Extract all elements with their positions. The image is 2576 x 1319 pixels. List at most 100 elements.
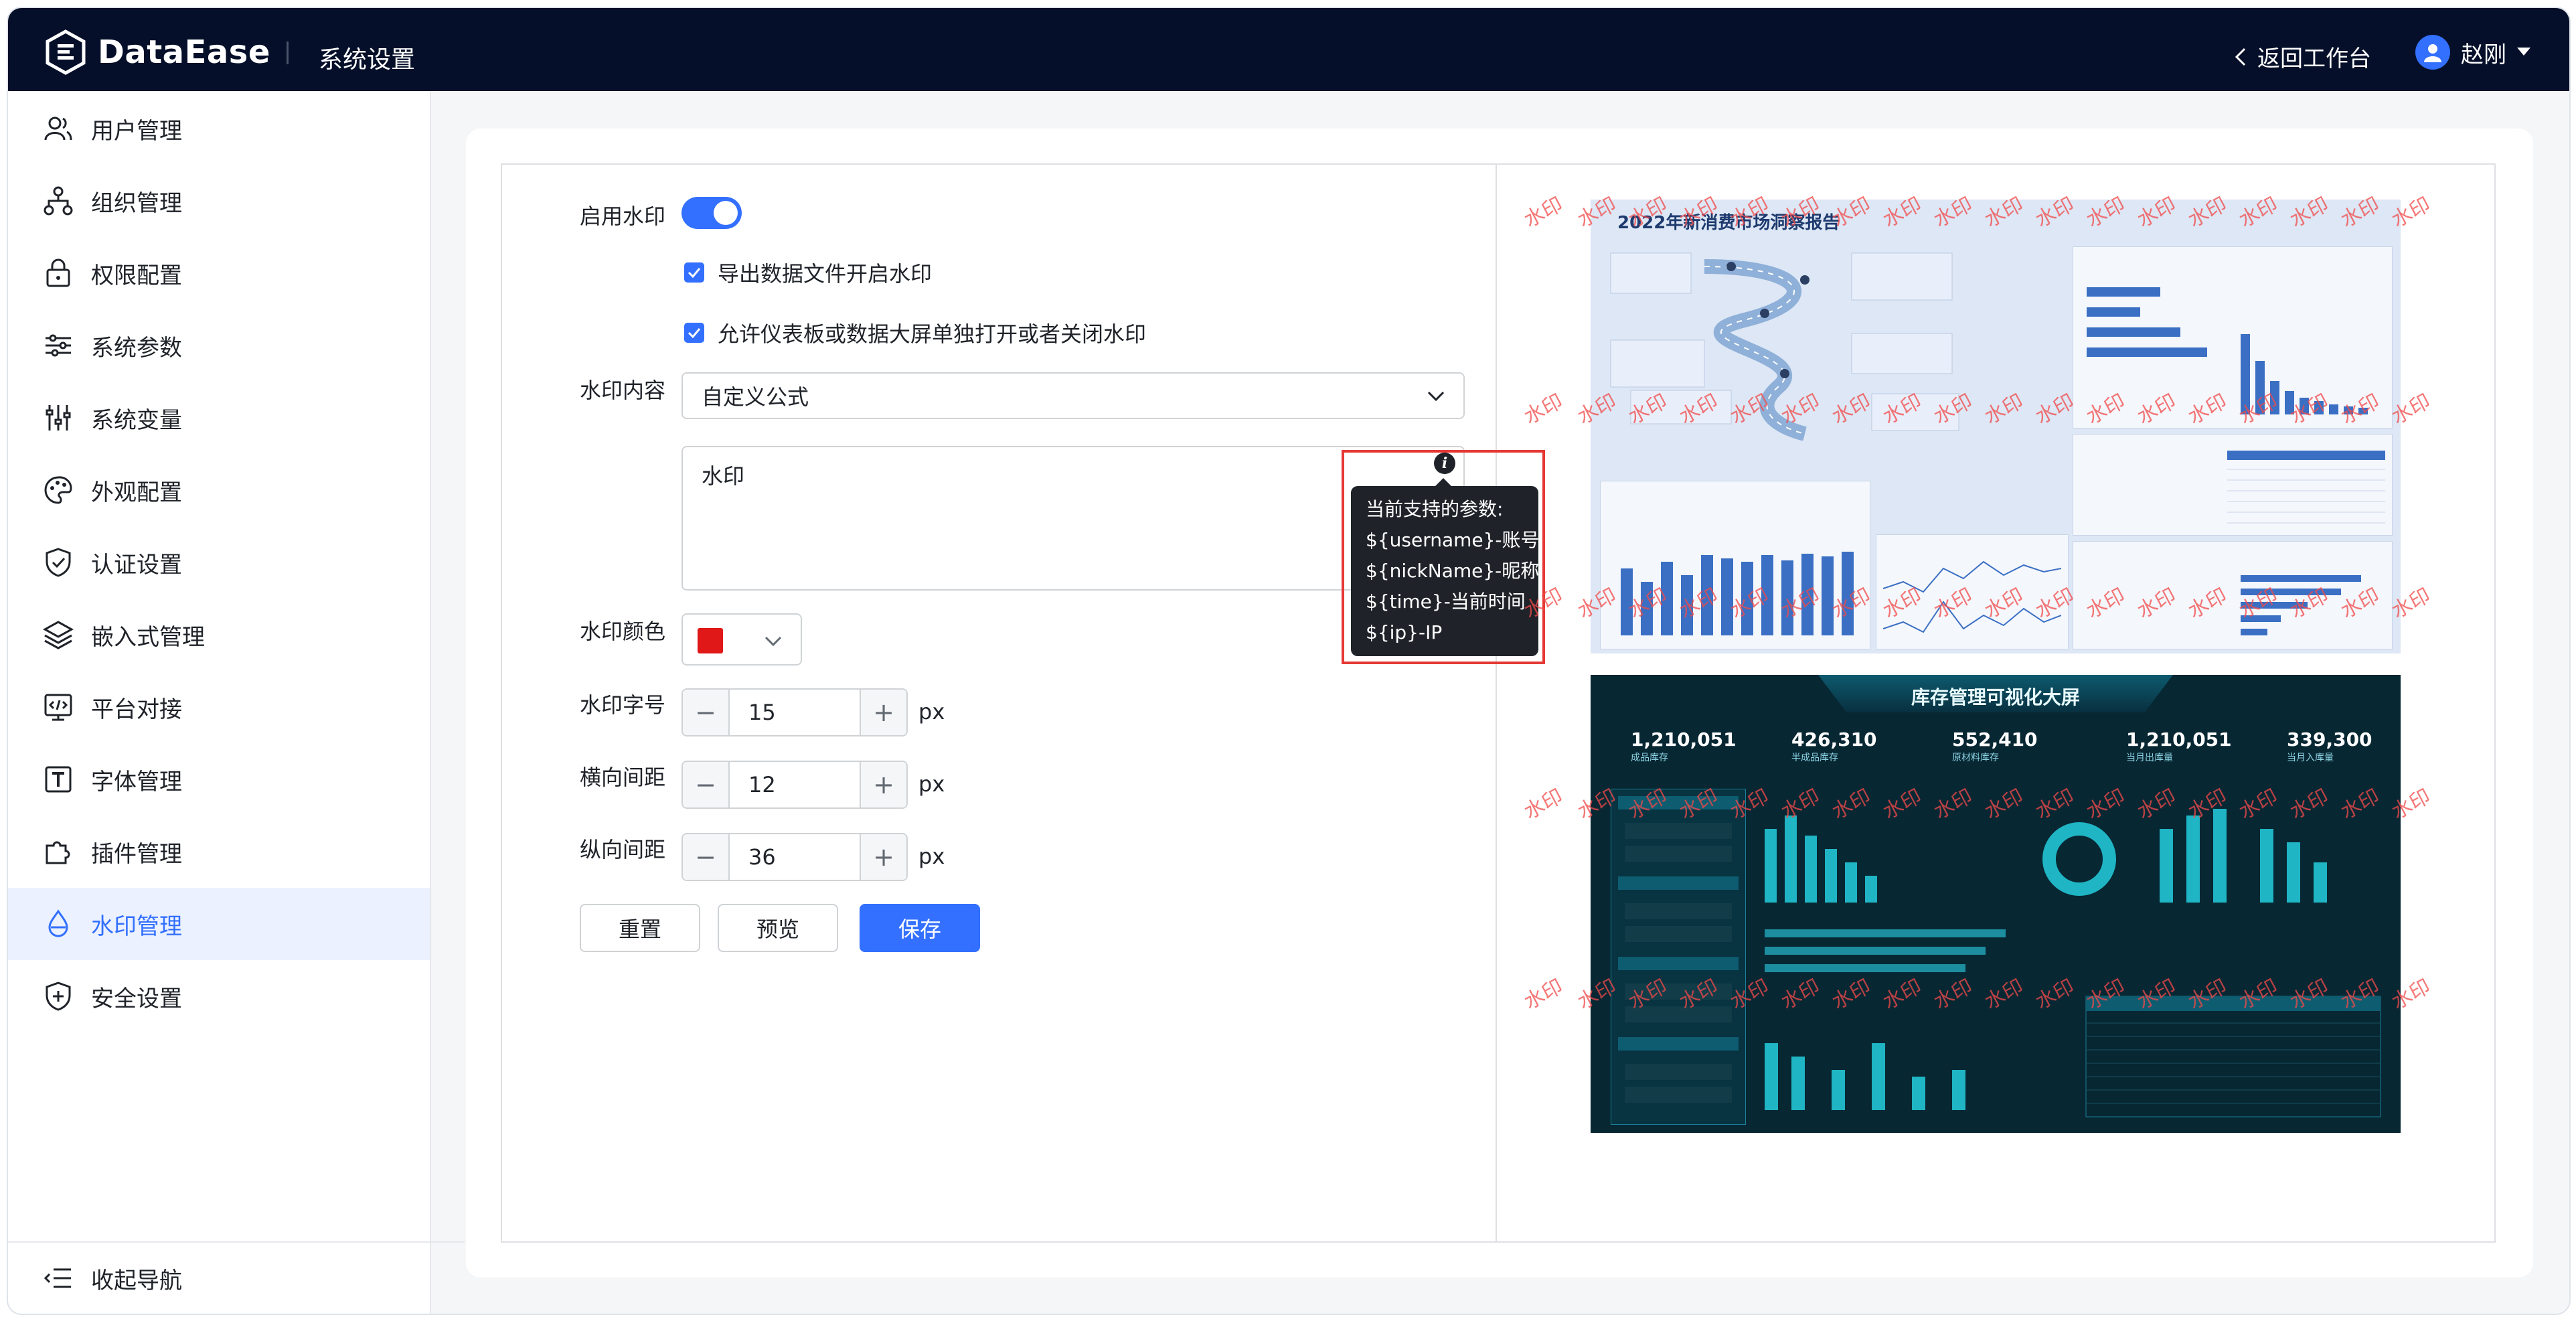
- kpi-caption: 当月入库量: [2287, 753, 2334, 763]
- export-watermark-checkbox[interactable]: [684, 262, 704, 283]
- check-icon: [688, 328, 701, 338]
- kpi-caption: 原材料库存: [1952, 753, 1999, 763]
- org-tree-icon: [44, 186, 73, 216]
- enable-watermark-label: 启用水印: [580, 204, 666, 229]
- v-gap-label: 纵向间距: [580, 837, 666, 862]
- sidebar-item-watermark[interactable]: 水印管理: [8, 888, 430, 960]
- dataease-logo[interactable]: DataEase: [43, 29, 270, 75]
- kpi-value: 552,410: [1952, 728, 2038, 751]
- sidebar-item-permissions[interactable]: 权限配置: [8, 237, 430, 309]
- sidebar-item-security[interactable]: 安全设置: [8, 960, 430, 1032]
- increment-button[interactable]: +: [860, 762, 906, 807]
- export-watermark-label: 导出数据文件开启水印: [718, 261, 933, 287]
- kpi-value: 426,310: [1791, 728, 1877, 751]
- watermark-text: 水印: [1520, 390, 1567, 430]
- allow-toggle-option[interactable]: 允许仪表板或数据大屏单独打开或者关闭水印: [684, 317, 1146, 348]
- kpi-monthly-outbound: 1,210,051 当月出库量: [2126, 728, 2232, 764]
- header-divider: [287, 42, 289, 64]
- sidebar-item-users[interactable]: 用户管理: [8, 92, 430, 165]
- v-gap-stepper[interactable]: − 36 +: [681, 833, 908, 881]
- watermark-form: 启用水印 导出数据文件开启水印 允许仪表板或数据大屏单独打开或者关闭水印 水印内…: [502, 165, 1545, 1241]
- lock-icon: [46, 258, 70, 287]
- chevron-down-icon: [1427, 391, 1445, 402]
- collapse-nav-label: 收起导航: [91, 1267, 182, 1294]
- puzzle-icon: [46, 841, 70, 864]
- h-gap-label: 横向间距: [580, 765, 666, 790]
- kpi-value: 1,210,051: [2126, 728, 2232, 751]
- decrement-button[interactable]: −: [683, 762, 730, 807]
- sidebar-item-label: 安全设置: [91, 985, 182, 1012]
- watermark-color-picker[interactable]: [681, 613, 802, 666]
- sidebar-item-label: 外观配置: [91, 479, 182, 506]
- variables-icon: [46, 405, 71, 431]
- sidebar-item-label: 水印管理: [91, 913, 182, 940]
- preview-button[interactable]: 预览: [718, 904, 838, 952]
- shield-plus-icon: [46, 982, 71, 1011]
- timeline-road-graphic: [1610, 252, 1959, 441]
- sidebar-item-label: 认证设置: [91, 551, 182, 578]
- watermark-text: 水印: [1520, 785, 1567, 825]
- h-gap-stepper[interactable]: − 12 +: [681, 761, 908, 809]
- layers-icon: [43, 621, 74, 649]
- report-title: 2022年新消费市场洞察报告: [1617, 213, 1840, 233]
- font-size-stepper[interactable]: − 15 +: [681, 688, 908, 736]
- inventory-bigscreen-thumbnail: 库存管理可视化大屏 1,210,051 成品库存 426,310 半成品库存 5…: [1591, 675, 2401, 1133]
- page-title: 系统设置: [319, 46, 416, 74]
- kpi-monthly-inbound: 339,300 当月入库量: [2287, 728, 2372, 764]
- sidebar-item-label: 插件管理: [91, 840, 182, 868]
- allow-toggle-checkbox[interactable]: [684, 323, 704, 343]
- color-label: 水印颜色: [580, 619, 666, 644]
- dataease-logo-icon: [46, 29, 86, 75]
- kpi-finished-stock: 1,210,051 成品库存: [1631, 728, 1737, 764]
- sidebar-item-system-params[interactable]: 系统参数: [8, 309, 430, 382]
- sidebar-item-plugins[interactable]: 插件管理: [8, 816, 430, 888]
- sidebar-item-auth[interactable]: 认证设置: [8, 526, 430, 599]
- line-graphic: [1883, 560, 2061, 633]
- avatar: [2415, 35, 2450, 70]
- stock-list-graphic: [1618, 796, 1739, 1103]
- collapse-nav-button[interactable]: 收起导航: [8, 1241, 465, 1314]
- allow-toggle-label: 允许仪表板或数据大屏单独打开或者关闭水印: [718, 321, 1147, 347]
- sidebar-item-platform[interactable]: 平台对接: [8, 671, 430, 743]
- user-menu[interactable]: 赵刚: [2415, 35, 2530, 70]
- save-button[interactable]: 保存: [860, 904, 980, 952]
- v-gap-value[interactable]: 36: [730, 834, 860, 880]
- font-size-value[interactable]: 15: [730, 690, 860, 735]
- font-icon: [45, 766, 72, 793]
- logo-text: DataEase: [98, 33, 270, 71]
- droplet-icon: [48, 909, 68, 937]
- reset-button[interactable]: 重置: [580, 904, 700, 952]
- watermark-preview: 2022年新消费市场洞察报告 库存管理可视化大屏 1,210,051 成品库存 …: [1497, 165, 2494, 1241]
- report-card: [2073, 434, 2393, 536]
- sidebar-item-embedded[interactable]: 嵌入式管理: [8, 599, 430, 671]
- increment-button[interactable]: +: [860, 690, 906, 735]
- increment-button[interactable]: +: [860, 834, 906, 880]
- table-graphic: [2227, 451, 2385, 524]
- report-card: [2073, 541, 2393, 649]
- app-window: DataEase 系统设置 返回工作台 赵刚 用户管理 组织管理 权限配置 系统…: [7, 7, 2571, 1315]
- back-to-workbench-button[interactable]: 返回工作台: [2235, 40, 2371, 73]
- watermark-text: 水印: [1520, 975, 1567, 1015]
- decrement-button[interactable]: −: [683, 690, 730, 735]
- kpi-caption: 成品库存: [1631, 753, 1668, 763]
- sidebar-item-label: 用户管理: [91, 117, 182, 145]
- sidebar-item-appearance[interactable]: 外观配置: [8, 454, 430, 526]
- h-gap-value[interactable]: 12: [730, 762, 860, 807]
- sidebar-item-system-variables[interactable]: 系统变量: [8, 382, 430, 454]
- kpi-semi-stock: 426,310 半成品库存: [1791, 728, 1877, 764]
- decrement-button[interactable]: −: [683, 834, 730, 880]
- chevron-down-icon: [764, 636, 782, 647]
- kpi-caption: 半成品库存: [1791, 753, 1838, 763]
- bigscreen-charts-graphic: [1765, 809, 2381, 1117]
- content-type-select[interactable]: 自定义公式: [681, 372, 1465, 419]
- color-swatch: [698, 628, 723, 653]
- sidebar-item-fonts[interactable]: 字体管理: [8, 743, 430, 816]
- collapse-menu-icon: [44, 1268, 71, 1288]
- export-watermark-option[interactable]: 导出数据文件开启水印: [684, 257, 932, 288]
- users-icon: [44, 117, 72, 141]
- sidebar-item-org[interactable]: 组织管理: [8, 165, 430, 237]
- enable-watermark-toggle[interactable]: [681, 197, 742, 229]
- caret-down-icon: [2517, 48, 2530, 56]
- sidebar-item-label: 嵌入式管理: [91, 623, 205, 651]
- unit-label: px: [918, 771, 945, 797]
